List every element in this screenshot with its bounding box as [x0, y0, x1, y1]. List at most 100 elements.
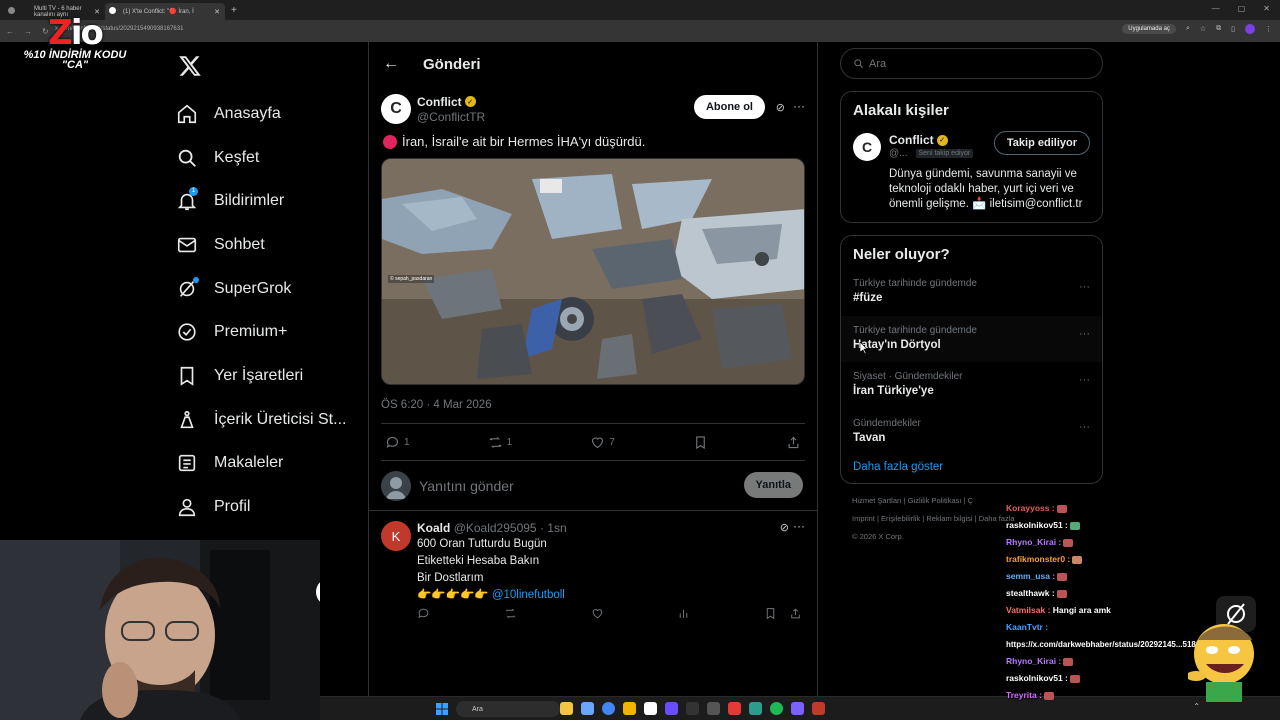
reply-extra-actions: [764, 607, 802, 620]
nav-item-bookmarks[interactable]: Yer İşaretleri: [170, 354, 360, 398]
nav-item-notifications[interactable]: 1 Bildirimler: [170, 179, 360, 223]
following-button[interactable]: Takip ediliyor: [993, 131, 1090, 155]
more-icon[interactable]: ···: [1079, 328, 1090, 340]
stream-overlay-logo: Zio %10 İNDİRİM KODU "CA": [20, 16, 130, 76]
commenter-avatar[interactable]: K: [381, 521, 411, 551]
analytics-icon[interactable]: [677, 607, 690, 620]
open-in-app-button[interactable]: Uygulamada aç: [1122, 24, 1176, 34]
chat-message: Rhyno_Kirai :: [1006, 534, 1280, 551]
author-handle[interactable]: @ConflictTR: [417, 110, 485, 124]
trend-name: #füze: [853, 292, 883, 304]
repost-icon: [489, 436, 502, 448]
nav-label: İçerik Üreticisi St...: [214, 410, 347, 428]
share-action[interactable]: [786, 435, 801, 450]
app-icon[interactable]: [728, 702, 741, 715]
reply-action[interactable]: 1: [385, 435, 410, 450]
post-media-image[interactable]: © sepah_pasdaran: [381, 158, 805, 385]
nav-item-supergrok[interactable]: SuperGrok: [170, 267, 360, 311]
zoom-icon[interactable]: ⌕: [1186, 25, 1190, 33]
mention-link[interactable]: @10linefutboll: [492, 589, 565, 601]
share-icon[interactable]: [789, 607, 802, 620]
taskbar-search[interactable]: Ara: [456, 701, 560, 717]
related-avatar[interactable]: C: [853, 133, 881, 161]
chat-message: trafikmonster0 :: [1006, 551, 1280, 568]
reply-line: Etiketteki Hesaba Bakın: [417, 555, 540, 567]
nav-item-creator-studio[interactable]: İçerik Üreticisi St...: [170, 398, 360, 442]
author-avatar[interactable]: C: [381, 94, 411, 124]
commenter-name[interactable]: Koald: [417, 521, 450, 535]
windows-start-icon[interactable]: [436, 703, 448, 715]
nav-item-premium[interactable]: Premium+: [170, 310, 360, 354]
nav-item-articles[interactable]: Makaleler: [170, 442, 360, 486]
heart-icon[interactable]: [591, 607, 604, 620]
sidebar-icon[interactable]: ▯: [1231, 25, 1235, 33]
reply-input[interactable]: Yanıtını gönder: [419, 478, 514, 494]
nav-label: Yer İşaretleri: [214, 366, 304, 384]
trend-item[interactable]: Türkiye tarihinde gündemde #füze ···: [841, 269, 1102, 316]
more-icon[interactable]: ···: [1079, 281, 1090, 293]
grok-icon[interactable]: ⊘: [780, 521, 789, 534]
app-icon[interactable]: [749, 702, 762, 715]
app-icon[interactable]: [560, 702, 573, 715]
media-watermark: © sepah_pasdaran: [388, 275, 435, 283]
more-icon[interactable]: ···: [793, 99, 805, 113]
reply-button[interactable]: Yanıtla: [743, 472, 803, 498]
profile-avatar[interactable]: [1245, 24, 1255, 34]
reply-body: Koald @Koald295095 · 1sn 600 Oran Tuttur…: [417, 521, 567, 603]
reply-icon[interactable]: [417, 607, 430, 620]
spotify-icon[interactable]: [770, 702, 783, 715]
author-name[interactable]: Conflict ✓: [417, 95, 485, 109]
more-icon[interactable]: ···: [1079, 421, 1090, 433]
app-icon[interactable]: [665, 702, 678, 715]
chat-emote-icon: [1057, 572, 1068, 581]
search-input[interactable]: Ara: [840, 48, 1103, 79]
reply-post[interactable]: K Koald @Koald295095 · 1sn 600 Oran Tutt…: [369, 511, 817, 620]
trend-item[interactable]: Siyaset · Gündemdekiler İran Türkiye'ye …: [841, 362, 1102, 409]
folder-icon[interactable]: [623, 702, 636, 715]
app-icon[interactable]: [812, 702, 825, 715]
more-icon[interactable]: ···: [1079, 374, 1090, 386]
close-icon[interactable]: ✕: [214, 8, 220, 16]
trend-item[interactable]: Türkiye tarihinde gündemde Hatay'ın Dört…: [841, 315, 1102, 362]
related-name[interactable]: Conflict ✓: [889, 133, 973, 147]
app-icon[interactable]: [791, 702, 804, 715]
x-logo-icon[interactable]: [178, 54, 202, 78]
like-action[interactable]: 7: [590, 435, 615, 450]
nav-item-explore[interactable]: Keşfet: [170, 136, 360, 180]
nav-item-profile[interactable]: Profil: [170, 485, 360, 529]
close-window-icon[interactable]: ✕: [1263, 4, 1270, 13]
chrome-icon[interactable]: [602, 702, 615, 715]
related-person[interactable]: C Conflict ✓ @... Seni takip ediyor Takip …: [853, 131, 1090, 161]
repost-action[interactable]: 1: [488, 435, 512, 450]
grok-icon[interactable]: ⊘: [776, 101, 785, 114]
app-icon[interactable]: [707, 702, 720, 715]
bookmark-action[interactable]: [693, 435, 708, 450]
nav-item-home[interactable]: Anasayfa: [170, 92, 360, 136]
subscribe-button[interactable]: Abone ol: [693, 95, 765, 119]
post-timestamp[interactable]: ÖS 6:20 · 4 Mar 2026: [381, 399, 805, 411]
verified-badge-icon: ✓: [936, 134, 948, 146]
bookmark-icon[interactable]: [764, 607, 777, 620]
show-more-link[interactable]: Daha fazla göster: [853, 461, 1090, 473]
app-icon[interactable]: [644, 702, 657, 715]
app-icon[interactable]: [686, 702, 699, 715]
extensions-icon[interactable]: ⧉: [1216, 25, 1221, 33]
user-avatar[interactable]: [381, 470, 411, 501]
streamer-webcam-image: [0, 540, 320, 720]
app-icon[interactable]: [581, 702, 594, 715]
reply-line: 👉👉👉👉👉 @10linefutboll: [417, 588, 567, 603]
back-icon[interactable]: ←: [6, 27, 18, 36]
star-icon[interactable]: ☆: [1200, 25, 1206, 33]
trend-item[interactable]: Gündemdekiler Tavan ···: [841, 409, 1102, 456]
nav-item-chat[interactable]: Sohbet: [170, 223, 360, 267]
menu-icon[interactable]: ⋮: [1265, 25, 1272, 33]
new-tab-button[interactable]: +: [231, 5, 237, 16]
repost-icon[interactable]: [504, 607, 517, 620]
more-icon[interactable]: ···: [793, 519, 805, 533]
mouse-cursor-icon: [859, 341, 867, 354]
maximize-icon[interactable]: ▢: [1238, 4, 1246, 13]
follows-you-badge: Seni takip ediyor: [915, 149, 974, 158]
back-arrow-icon[interactable]: ←: [383, 55, 403, 73]
minimize-icon[interactable]: —: [1212, 4, 1220, 13]
chat-message: stealthawk :: [1006, 585, 1280, 602]
